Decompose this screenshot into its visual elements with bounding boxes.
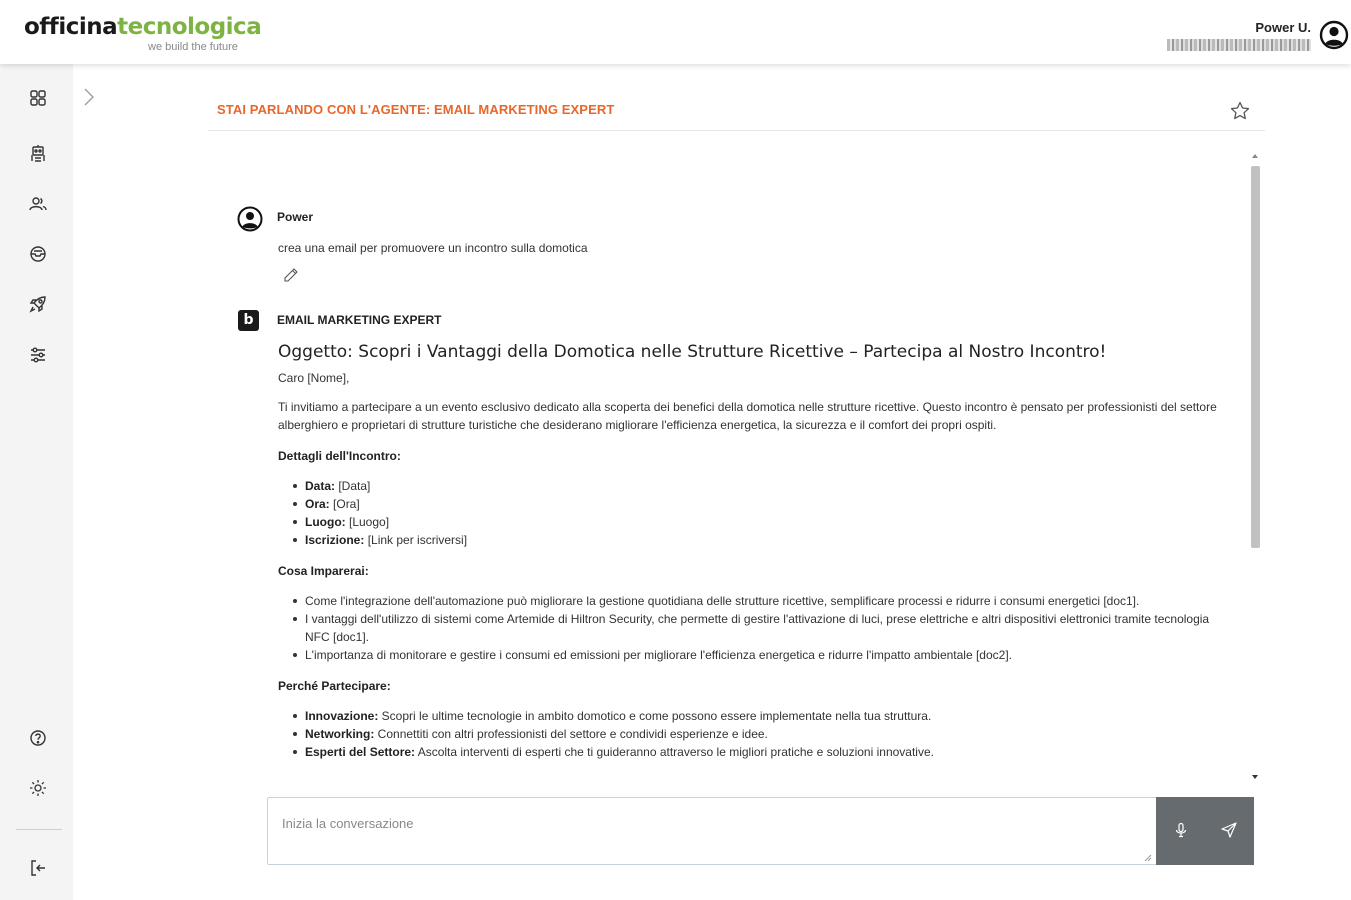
- message-input[interactable]: [268, 798, 1157, 864]
- why-value: Connettiti con altri professionisti del …: [374, 727, 768, 741]
- detail-label: Luogo:: [305, 515, 346, 529]
- detail-value: [Luogo]: [345, 515, 390, 529]
- rocket-icon[interactable]: [28, 294, 48, 314]
- scrollbar-thumb[interactable]: [1251, 166, 1260, 548]
- logo-text-part1: offici: [24, 14, 87, 40]
- detail-label: Ora:: [305, 497, 330, 511]
- top-header: officinatecnologica we build the future …: [0, 0, 1351, 64]
- list-item: Iscrizione: [Link per iscriversi]: [278, 531, 1218, 549]
- sidebar-divider: [16, 829, 62, 830]
- why-label: Networking:: [305, 727, 375, 741]
- user-message-avatar-icon: [237, 206, 263, 232]
- message-composer: [267, 797, 1254, 865]
- brand-logo[interactable]: officinatecnologica we build the future: [24, 14, 262, 53]
- user-info[interactable]: Power U.: [1167, 20, 1311, 51]
- brightness-icon[interactable]: [28, 778, 48, 798]
- bot-message-author: EMAIL MARKETING EXPERT: [277, 313, 442, 327]
- dashboard-grid-icon[interactable]: [28, 88, 48, 108]
- bot-message-body: Oggetto: Scopri i Vantaggi della Domotic…: [278, 341, 1218, 774]
- sidebar: [0, 64, 73, 900]
- detail-value: [Link per iscriversi]: [364, 533, 468, 547]
- chat-scrollbar[interactable]: [1249, 150, 1262, 784]
- why-value: Ascolta interventi di esperti che ti gui…: [415, 745, 934, 759]
- detail-value: [Data]: [335, 479, 371, 493]
- why-value: Scopri le ultime tecnologie in ambito do…: [378, 709, 932, 723]
- email-subject: Oggetto: Scopri i Vantaggi della Domotic…: [278, 342, 1107, 362]
- filters-icon[interactable]: [28, 345, 48, 365]
- inbox-icon[interactable]: [28, 244, 48, 264]
- learn-list: Come l'integrazione dell'automazione può…: [278, 592, 1218, 664]
- learn-heading: Cosa Imparerai:: [278, 564, 369, 578]
- detail-label: Data:: [305, 479, 336, 493]
- users-icon[interactable]: [28, 194, 48, 214]
- composer-actions: [1156, 797, 1254, 865]
- why-heading: Perché Partecipare:: [278, 679, 391, 693]
- edit-pencil-icon[interactable]: [283, 267, 299, 283]
- agent-header-divider: [208, 130, 1265, 131]
- chevron-right-icon[interactable]: [82, 87, 96, 107]
- list-item: Innovazione: Scopri le ultime tecnologie…: [278, 707, 1218, 725]
- logo-wordmark: officinatecnologica: [24, 14, 262, 40]
- resize-grip-icon[interactable]: [1144, 854, 1152, 862]
- logo-tagline: we build the future: [148, 41, 238, 53]
- logout-icon[interactable]: [28, 858, 48, 878]
- list-item: Ora: [Ora]: [278, 495, 1218, 513]
- list-item: Networking: Connettiti con altri profess…: [278, 725, 1218, 743]
- user-avatar-icon[interactable]: [1319, 20, 1349, 50]
- help-icon[interactable]: [28, 728, 48, 748]
- logo-text-part3: tecnologica: [117, 14, 262, 40]
- list-item: Data: [Data]: [278, 477, 1218, 495]
- send-icon[interactable]: [1220, 821, 1238, 839]
- logo-text-part2: na: [86, 14, 118, 40]
- agent-title: STAI PARLANDO CON L'AGENTE: EMAIL MARKET…: [217, 102, 615, 117]
- list-item: Luogo: [Luogo]: [278, 513, 1218, 531]
- favorite-star-icon[interactable]: [1229, 100, 1251, 122]
- chat-transcript[interactable]: Power crea una email per promuovere un i…: [208, 148, 1264, 784]
- robot-icon[interactable]: [28, 144, 48, 164]
- email-intro: Ti invitiamo a partecipare a un evento e…: [278, 400, 1217, 432]
- microphone-icon[interactable]: [1172, 821, 1190, 839]
- details-heading: Dettagli dell'Incontro:: [278, 449, 401, 463]
- user-email-redacted: [1167, 39, 1311, 51]
- email-greeting: Caro [Nome],: [278, 371, 350, 385]
- detail-label: Iscrizione:: [305, 533, 365, 547]
- details-list: Data: [Data] Ora: [Ora] Luogo: [Luogo] I…: [278, 477, 1218, 549]
- why-label: Innovazione:: [305, 709, 379, 723]
- why-label: Esperti del Settore:: [305, 745, 416, 759]
- why-list: Innovazione: Scopri le ultime tecnologie…: [278, 707, 1218, 761]
- user-name: Power U.: [1255, 20, 1311, 35]
- scroll-up-arrow-icon[interactable]: [1252, 154, 1258, 158]
- list-item: I vantaggi dell'utilizzo di sistemi come…: [278, 610, 1218, 646]
- bot-avatar-icon: b: [238, 310, 259, 331]
- detail-value: [Ora]: [329, 497, 360, 511]
- user-message-author: Power: [277, 210, 314, 224]
- list-item: L'importanza di monitorare e gestire i c…: [278, 646, 1218, 664]
- list-item: Esperti del Settore: Ascolta interventi …: [278, 743, 1218, 761]
- list-item: Come l'integrazione dell'automazione può…: [278, 592, 1218, 610]
- user-message-text: crea una email per promuovere un incontr…: [278, 241, 588, 255]
- scroll-down-arrow-icon[interactable]: [1252, 775, 1258, 779]
